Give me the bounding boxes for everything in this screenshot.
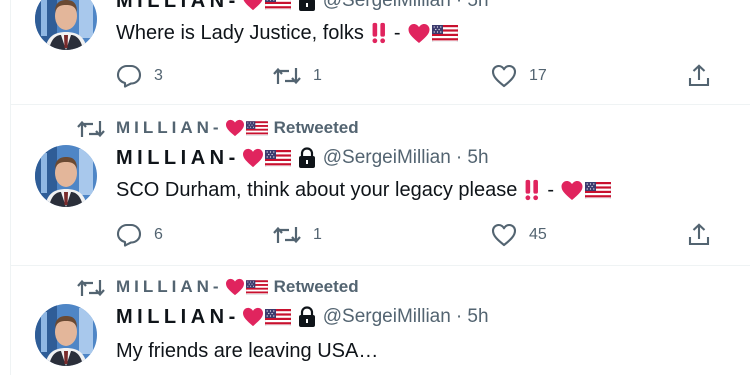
retweet-icon — [273, 226, 301, 244]
tweet-actions: 3 1 17 — [116, 63, 711, 89]
tweet-3[interactable]: MILLIAN- Retweeted MILLIAN- @SergeiMilli… — [11, 266, 750, 375]
tweet-time[interactable]: · 5h — [456, 147, 489, 169]
heart-emoji — [560, 180, 584, 201]
author-name[interactable]: MILLIAN- — [116, 147, 240, 170]
tweet-text-suffix: - — [547, 178, 554, 201]
author-handle[interactable]: @SergeiMillian — [323, 306, 451, 328]
lock-icon — [297, 0, 317, 12]
retweet-count: 1 — [313, 67, 322, 84]
tweet-text: Where is Lady Justice, folks - — [116, 20, 458, 46]
tweet-text-suffix: - — [393, 21, 401, 44]
author-avatar[interactable] — [35, 304, 97, 366]
tweet-time[interactable]: · 5h — [456, 306, 489, 328]
us-flag-emoji — [265, 150, 291, 167]
retweeter-name: MILLIAN- — [116, 118, 223, 137]
us-flag-emoji — [265, 0, 291, 10]
reply-icon — [116, 64, 142, 88]
reply-count: 3 — [154, 67, 163, 84]
reply-button[interactable]: 3 — [116, 63, 163, 89]
retweet-icon — [273, 67, 301, 85]
tweet-header: MILLIAN- @SergeiMillian · 5h — [116, 304, 489, 330]
tweet-feed: MILLIAN- @SergeiMillian · 5h Where is La… — [0, 0, 750, 375]
retweet-button[interactable]: 1 — [273, 63, 322, 89]
us-flag-emoji — [246, 121, 268, 136]
lock-icon — [297, 147, 317, 169]
heart-emoji — [225, 278, 245, 296]
retweet-button[interactable]: 1 — [273, 222, 322, 248]
double-exclamation-emoji — [370, 22, 388, 44]
reply-icon — [116, 223, 142, 247]
like-button[interactable]: 17 — [491, 63, 547, 89]
us-flag-emoji — [265, 309, 291, 326]
us-flag-emoji — [246, 280, 268, 295]
tweet-header: MILLIAN- @SergeiMillian · 5h — [116, 0, 489, 14]
tweet-2[interactable]: MILLIAN- Retweeted MILLIAN- @SergeiMilli… — [11, 105, 750, 265]
retweeted-label: Retweeted — [273, 118, 359, 137]
author-name[interactable]: MILLIAN- — [116, 306, 240, 329]
share-icon — [687, 64, 711, 88]
us-flag-emoji — [432, 25, 458, 42]
like-count: 17 — [529, 67, 547, 84]
like-button[interactable]: 45 — [491, 222, 547, 248]
retweet-context: MILLIAN- Retweeted — [11, 277, 750, 299]
heart-emoji — [242, 307, 264, 327]
double-exclamation-emoji — [523, 179, 541, 201]
retweet-icon — [77, 279, 105, 297]
tweet-text: My friends are leaving USA… — [116, 338, 378, 364]
reply-button[interactable]: 6 — [116, 222, 163, 248]
author-avatar[interactable] — [35, 0, 97, 50]
reply-count: 6 — [154, 226, 163, 243]
tweet-text-content: SCO Durham, think about your legacy plea… — [116, 178, 518, 201]
heart-emoji — [242, 148, 264, 168]
share-button[interactable] — [687, 222, 711, 248]
tweet-text-content: Where is Lady Justice, folks — [116, 21, 364, 44]
tweet-header: MILLIAN- @SergeiMillian · 5h — [116, 145, 489, 171]
like-icon — [491, 64, 517, 88]
retweeter-name: MILLIAN- — [116, 277, 223, 296]
lock-icon — [297, 306, 317, 328]
retweeted-by[interactable]: MILLIAN- Retweeted — [116, 118, 359, 138]
heart-emoji — [225, 119, 245, 137]
tweet-text: SCO Durham, think about your legacy plea… — [116, 177, 611, 203]
retweeted-by[interactable]: MILLIAN- Retweeted — [116, 277, 359, 297]
heart-emoji — [242, 0, 264, 11]
author-name[interactable]: MILLIAN- — [116, 0, 240, 13]
tweet-time[interactable]: · 5h — [456, 0, 489, 12]
author-handle[interactable]: @SergeiMillian — [323, 147, 451, 169]
like-icon — [491, 223, 517, 247]
share-icon — [687, 223, 711, 247]
retweet-count: 1 — [313, 226, 322, 243]
tweet-text-content: My friends are leaving USA… — [116, 339, 379, 362]
tweet-1[interactable]: MILLIAN- @SergeiMillian · 5h Where is La… — [11, 0, 750, 104]
retweeted-label: Retweeted — [273, 277, 359, 296]
retweet-context: MILLIAN- Retweeted — [11, 118, 750, 140]
like-count: 45 — [529, 226, 547, 243]
author-handle[interactable]: @SergeiMillian — [323, 0, 451, 12]
us-flag-emoji — [585, 182, 611, 199]
heart-emoji — [407, 23, 431, 44]
tweet-actions: 6 1 45 — [116, 222, 711, 248]
retweet-icon — [77, 120, 105, 138]
author-avatar[interactable] — [35, 145, 97, 207]
share-button[interactable] — [687, 63, 711, 89]
